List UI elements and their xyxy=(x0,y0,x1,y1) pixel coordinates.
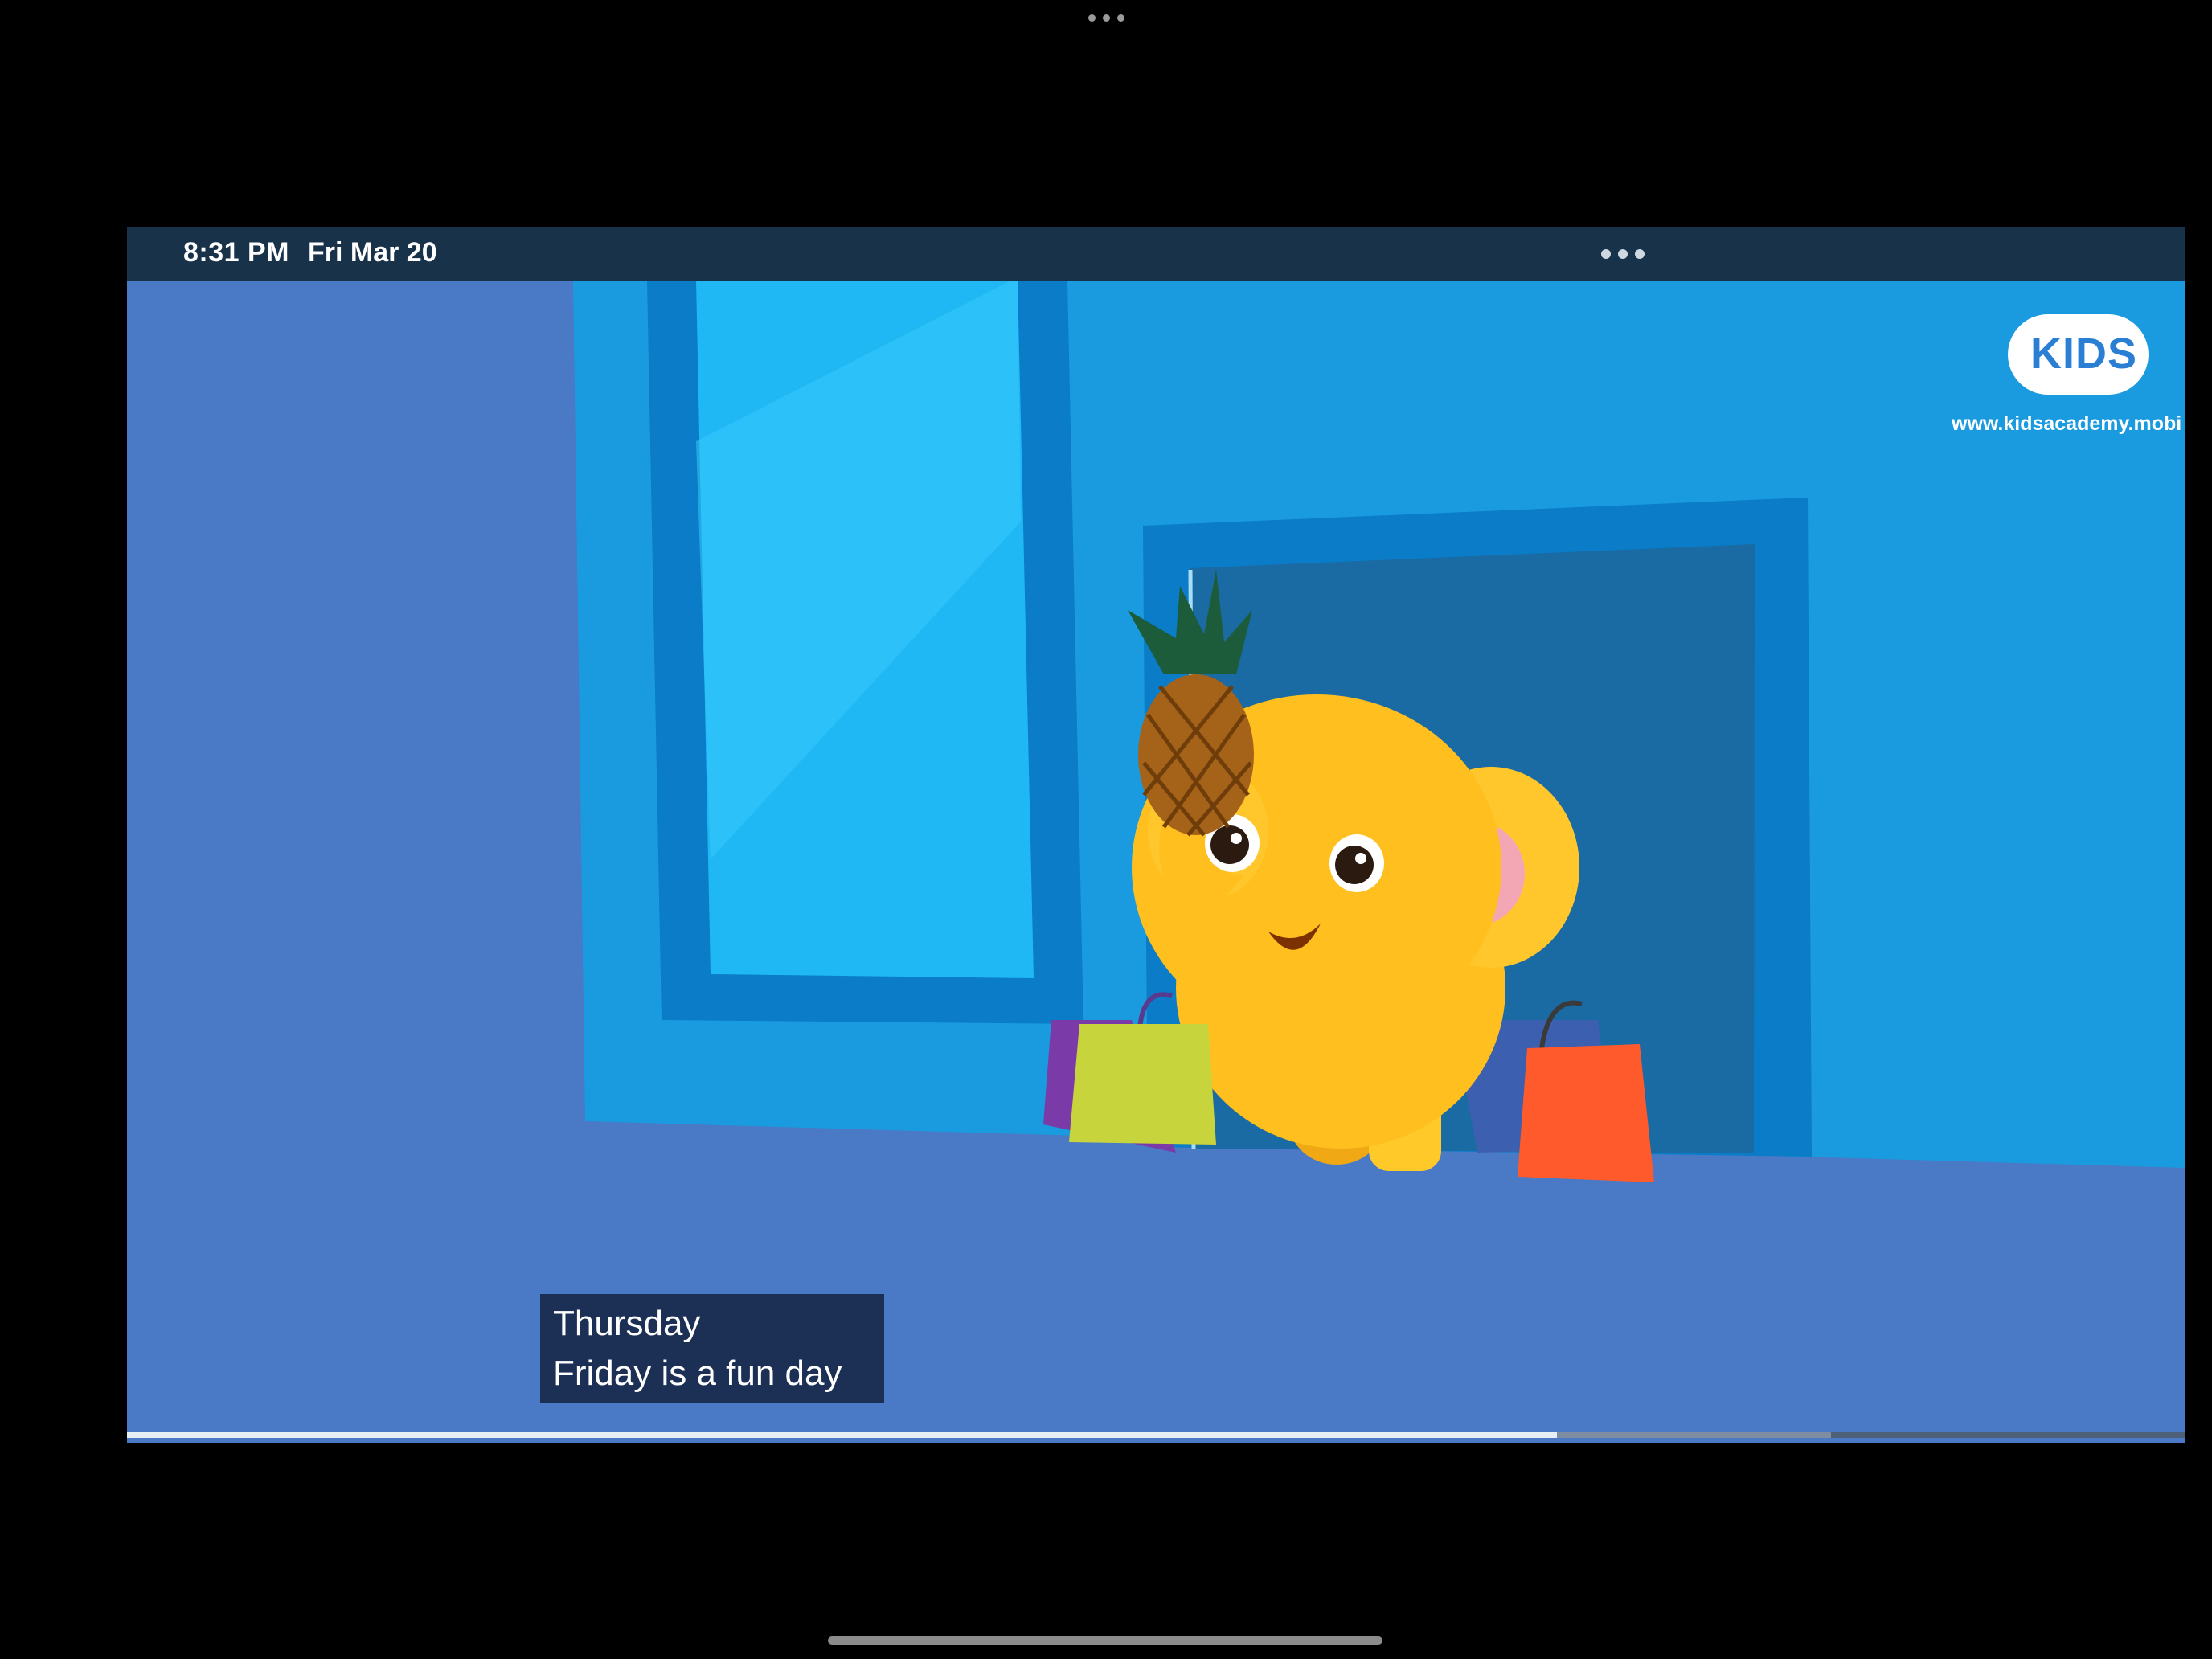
home-indicator[interactable] xyxy=(828,1636,1382,1645)
dot-icon xyxy=(1618,249,1628,259)
more-options-dots[interactable] xyxy=(1601,249,1645,259)
status-bar: 8:31 PM Fri Mar 20 xyxy=(127,227,2185,281)
cartoon-scene xyxy=(127,281,2185,1443)
video-frame xyxy=(127,281,2185,1443)
progress-played xyxy=(127,1432,1558,1438)
status-date: Fri Mar 20 xyxy=(308,237,437,268)
dot-icon xyxy=(1601,249,1611,259)
dot-icon xyxy=(1103,14,1110,22)
dot-icon xyxy=(1088,14,1096,22)
kids-academy-logo: KIDS www.kidsacademy.mobi xyxy=(1952,308,2182,444)
logo-text: KIDS xyxy=(2030,330,2138,378)
logo-url: www.kidsacademy.mobi xyxy=(1952,412,2182,435)
red-shopping-bag xyxy=(1518,1044,1654,1182)
multitask-dots[interactable] xyxy=(1088,14,1124,22)
caption-line-1: Thursday xyxy=(553,1304,701,1343)
caption-line-2: Friday is a fun day xyxy=(553,1354,842,1393)
dot-icon xyxy=(1117,14,1124,22)
subtitle-caption: Thursday Friday is a fun day xyxy=(540,1294,884,1403)
status-time: 8:31 PM xyxy=(183,237,289,268)
video-screen[interactable]: 8:31 PM Fri Mar 20 KIDS www.kidsacademy.… xyxy=(127,227,2185,1443)
green-shopping-bag xyxy=(1069,1024,1216,1145)
pineapple xyxy=(1138,674,1254,835)
video-progress-bar[interactable] xyxy=(127,1432,2185,1438)
dot-icon xyxy=(1635,249,1645,259)
